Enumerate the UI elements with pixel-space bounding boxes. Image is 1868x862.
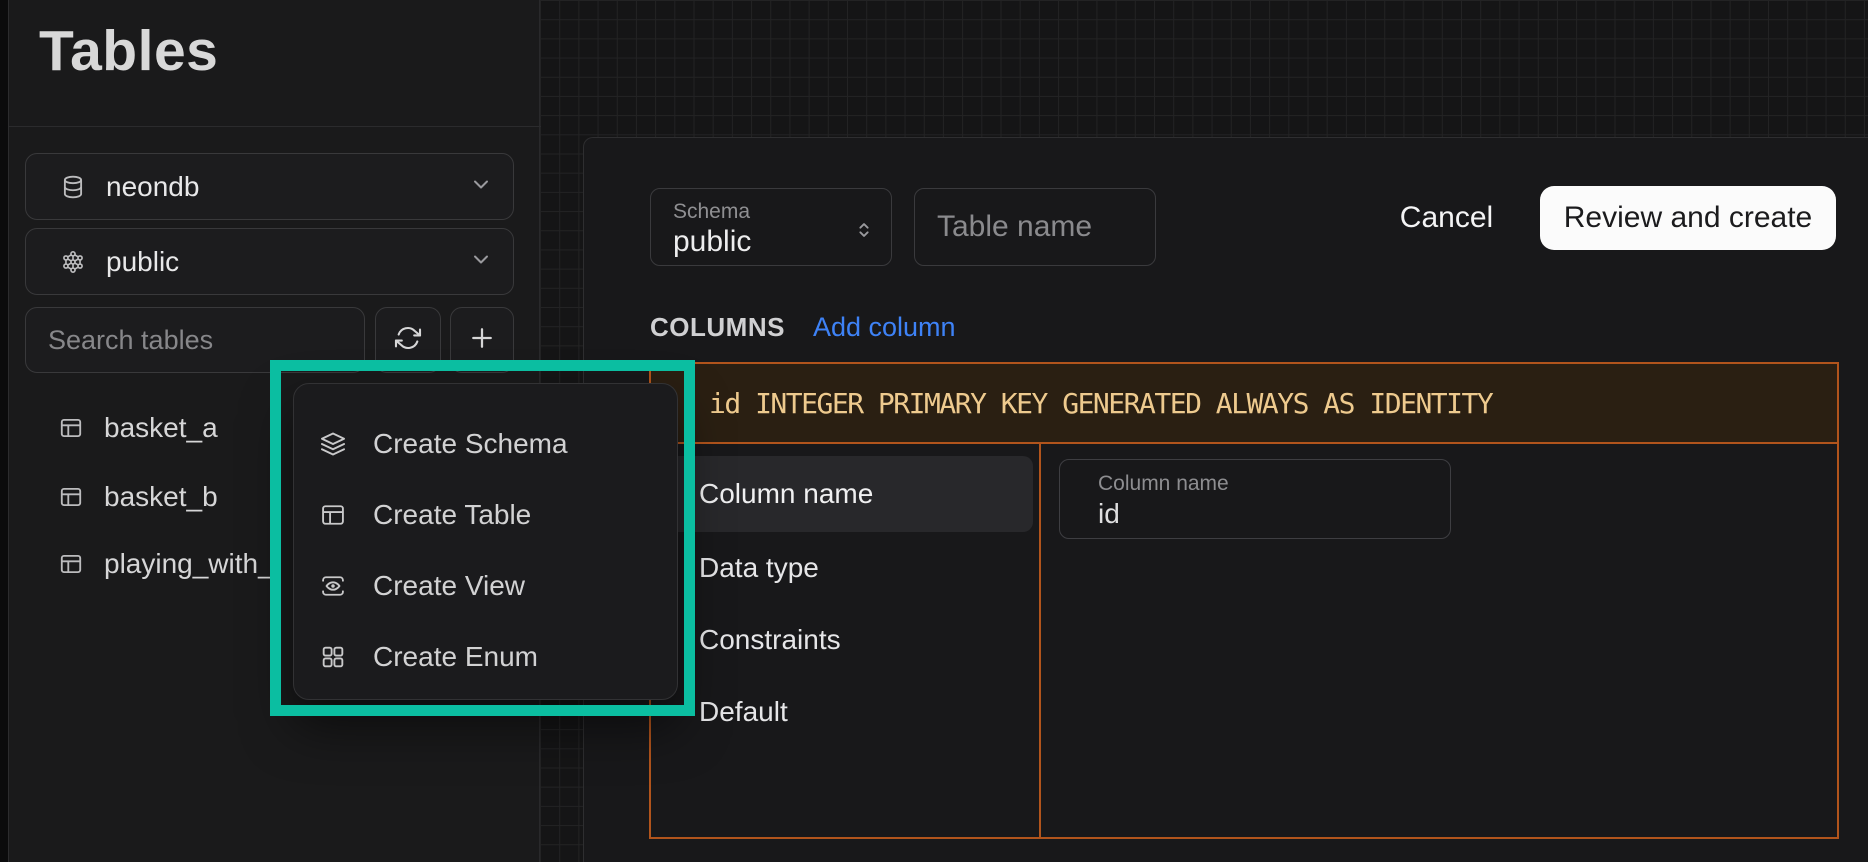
column-name-input-value: id bbox=[1098, 498, 1450, 530]
column-sql-preview: id INTEGER PRIMARY KEY GENERATED ALWAYS … bbox=[651, 364, 1837, 444]
menu-item-create-schema[interactable]: Create Schema bbox=[294, 408, 677, 479]
schema-icon bbox=[60, 249, 86, 275]
column-editor: id INTEGER PRIMARY KEY GENERATED ALWAYS … bbox=[649, 362, 1839, 839]
page-title: Tables bbox=[39, 18, 218, 84]
columns-section-label: COLUMNS bbox=[650, 312, 785, 343]
database-icon bbox=[60, 174, 86, 200]
menu-item-label: Create Schema bbox=[373, 428, 568, 460]
refresh-icon bbox=[394, 324, 422, 357]
chevron-updown-icon bbox=[853, 215, 875, 250]
add-column-link[interactable]: Add column bbox=[813, 312, 956, 343]
table-name-input[interactable] bbox=[914, 188, 1156, 266]
cancel-button[interactable]: Cancel bbox=[1384, 186, 1509, 250]
layers-icon bbox=[319, 430, 347, 458]
plus-icon bbox=[467, 323, 497, 358]
schema-field-select[interactable]: Schema public bbox=[650, 188, 892, 266]
menu-item-create-enum[interactable]: Create Enum bbox=[294, 621, 677, 692]
sidebar-divider bbox=[9, 126, 541, 127]
nav-item-column-name[interactable]: Column name bbox=[661, 456, 1033, 532]
column-editor-detail: Column name id bbox=[1041, 444, 1837, 837]
column-editor-nav: Column name Data type Constraints Defaul… bbox=[651, 444, 1041, 837]
menu-item-create-view[interactable]: Create View bbox=[294, 550, 677, 621]
table-name: basket_a bbox=[104, 412, 218, 444]
schema-select-value: public bbox=[106, 246, 179, 278]
create-button[interactable] bbox=[450, 307, 514, 373]
tables-page: Tables neondb public bbox=[0, 0, 1868, 862]
column-name-input[interactable]: Column name id bbox=[1059, 459, 1451, 539]
table-icon bbox=[58, 484, 84, 510]
nav-item-default[interactable]: Default bbox=[651, 676, 1039, 748]
nav-item-data-type[interactable]: Data type bbox=[651, 532, 1039, 604]
schema-select[interactable]: public bbox=[25, 228, 514, 295]
columns-header-row: COLUMNS Add column bbox=[650, 312, 956, 343]
column-editor-body: Column name Data type Constraints Defaul… bbox=[651, 444, 1837, 837]
create-menu: Create Schema Create Table Create View C… bbox=[293, 383, 678, 700]
table-icon bbox=[319, 501, 347, 529]
menu-item-label: Create Table bbox=[373, 499, 531, 531]
view-icon bbox=[319, 572, 347, 600]
nav-item-constraints[interactable]: Constraints bbox=[651, 604, 1039, 676]
database-select-value: neondb bbox=[106, 171, 199, 203]
create-table-panel: Schema public Cancel Review and create C… bbox=[583, 137, 1868, 862]
chevron-down-icon bbox=[469, 172, 493, 201]
review-and-create-button[interactable]: Review and create bbox=[1540, 186, 1836, 250]
table-name: basket_b bbox=[104, 481, 218, 513]
chevron-down-icon bbox=[469, 247, 493, 276]
enum-icon bbox=[319, 643, 347, 671]
refresh-button[interactable] bbox=[375, 307, 441, 373]
menu-item-create-table[interactable]: Create Table bbox=[294, 479, 677, 550]
table-icon bbox=[58, 551, 84, 577]
menu-item-label: Create Enum bbox=[373, 641, 538, 673]
table-icon bbox=[58, 415, 84, 441]
search-tables-input[interactable] bbox=[25, 307, 365, 373]
table-name: playing_with_ bbox=[104, 548, 274, 580]
database-select[interactable]: neondb bbox=[25, 153, 514, 220]
column-name-input-label: Column name bbox=[1098, 472, 1450, 496]
menu-item-label: Create View bbox=[373, 570, 525, 602]
